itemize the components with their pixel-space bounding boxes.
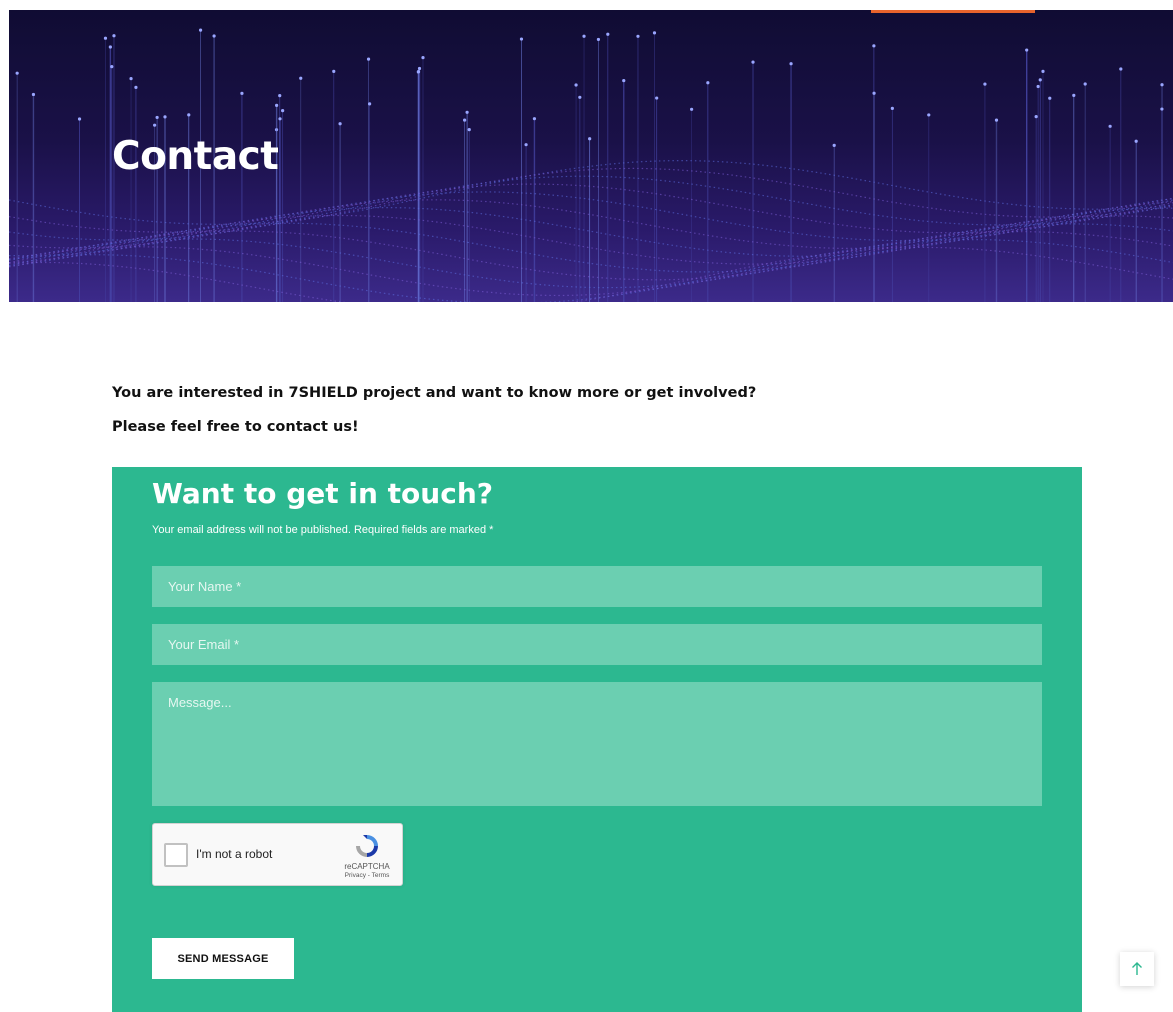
page-title: Contact [112, 134, 279, 179]
send-message-button[interactable]: SEND MESSAGE [152, 938, 294, 979]
contact-form: Want to get in touch? Your email address… [112, 467, 1082, 1012]
intro-text: You are interested in 7SHIELD project an… [112, 384, 756, 452]
form-required-note: Your email address will not be published… [152, 524, 494, 536]
scroll-to-top-button[interactable] [1120, 952, 1154, 986]
arrow-up-icon [1132, 962, 1142, 975]
recaptcha-icon [356, 835, 378, 857]
recaptcha-label: I'm not a robot [196, 847, 273, 861]
recaptcha-privacy-terms[interactable]: Privacy - Terms [339, 872, 395, 879]
recaptcha-brand: reCAPTCHA [344, 862, 390, 871]
page-header-banner: Contact [9, 10, 1173, 302]
recaptcha-widget: I'm not a robot reCAPTCHA Privacy - Term… [152, 823, 403, 886]
intro-line-1: You are interested in 7SHIELD project an… [112, 385, 757, 401]
email-input[interactable] [152, 624, 1042, 665]
recaptcha-checkbox[interactable] [164, 843, 188, 867]
intro-line-2: Please feel free to contact us! [112, 419, 359, 435]
message-textarea[interactable] [152, 682, 1042, 806]
form-heading: Want to get in touch? [152, 477, 493, 510]
nav-active-indicator [871, 10, 1035, 13]
name-input[interactable] [152, 566, 1042, 607]
